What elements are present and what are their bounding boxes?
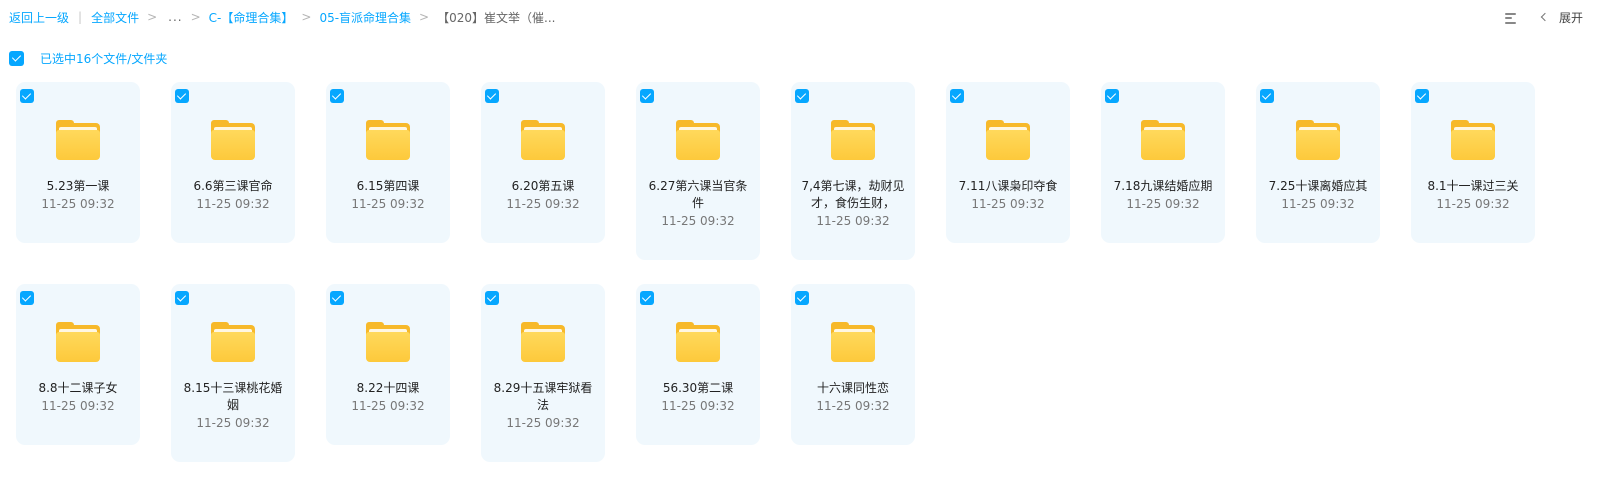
folder-date: 11-25 09:32 (41, 197, 115, 211)
folder-checkbox[interactable] (640, 89, 654, 103)
folder-date: 11-25 09:32 (506, 416, 580, 430)
folder-card[interactable]: 6.15第四课 11-25 09:32 (326, 82, 450, 243)
folder-card[interactable]: 6.20第五课 11-25 09:32 (481, 82, 605, 243)
folder-icon (521, 120, 565, 160)
folder-date: 11-25 09:32 (196, 197, 270, 211)
folder-checkbox[interactable] (1260, 89, 1274, 103)
folder-icon (366, 120, 410, 160)
folder-card[interactable]: 7,4第七课，劫财见才，食伤生财， 11-25 09:32 (791, 82, 915, 260)
folder-icon (56, 120, 100, 160)
breadcrumb-separator: > (190, 10, 201, 24)
folder-checkbox[interactable] (330, 89, 344, 103)
folder-card[interactable]: 8.15十三课桃花婚姻 11-25 09:32 (171, 284, 295, 462)
folder-name: 56.30第二课 (662, 381, 734, 395)
folder-checkbox[interactable] (950, 89, 964, 103)
select-all-checkbox[interactable] (9, 50, 24, 66)
folder-date: 11-25 09:32 (661, 399, 735, 413)
folder-date: 11-25 09:32 (971, 197, 1045, 211)
folder-checkbox[interactable] (1105, 89, 1119, 103)
folder-name: 7.25十课离婚应其 (1268, 179, 1368, 193)
folder-card[interactable]: 8.29十五课牢狱看法 11-25 09:32 (481, 284, 605, 462)
folder-name: 6.6第三课官命 (193, 179, 273, 193)
folder-name: 7,4第七课，劫财见才，食伤生财， (801, 179, 905, 210)
folder-name: 8.29十五课牢狱看法 (493, 381, 593, 412)
folder-name: 8.8十二课子女 (38, 381, 118, 395)
folder-icon (676, 120, 720, 160)
folder-icon (1451, 120, 1495, 160)
folder-checkbox[interactable] (20, 89, 34, 103)
folder-icon (211, 120, 255, 160)
folder-name: 6.15第四课 (356, 179, 420, 193)
folder-card[interactable]: 8.8十二课子女 11-25 09:32 (16, 284, 140, 445)
folder-icon (831, 322, 875, 362)
select-all-row: 已选中16个文件/文件夹 (9, 50, 167, 66)
folder-checkbox[interactable] (795, 291, 809, 305)
chevron-left-icon[interactable] (1540, 12, 1550, 22)
folder-checkbox[interactable] (20, 291, 34, 305)
folder-name: 十六课同性恋 (816, 381, 889, 395)
folder-icon (1296, 120, 1340, 160)
folder-name: 6.27第六课当官条件 (648, 179, 748, 210)
folder-date: 11-25 09:32 (196, 416, 270, 430)
toolbar-right: 展开 (1504, 7, 1583, 27)
folder-date: 11-25 09:32 (1126, 197, 1200, 211)
breadcrumb-ellipsis[interactable]: ... (168, 10, 182, 24)
folder-card[interactable]: 7.11八课枭印夺食 11-25 09:32 (946, 82, 1070, 243)
folder-card[interactable]: 十六课同性恋 11-25 09:32 (791, 284, 915, 445)
folder-card[interactable]: 56.30第二课 11-25 09:32 (636, 284, 760, 445)
breadcrumb: 返回上一级 | 全部文件 > ... > C-【命理合集】 > 05-盲派命理合… (9, 7, 1619, 27)
folder-icon (211, 322, 255, 362)
folder-card[interactable]: 8.22十四课 11-25 09:32 (326, 284, 450, 445)
folder-name: 7.18九课结婚应期 (1113, 179, 1213, 193)
folder-checkbox[interactable] (485, 89, 499, 103)
folder-date: 11-25 09:32 (661, 214, 735, 228)
folder-card[interactable]: 8.1十一课过三关 11-25 09:32 (1411, 82, 1535, 243)
selection-count-label: 已选中16个文件/文件夹 (40, 51, 168, 66)
folder-card[interactable]: 5.23第一课 11-25 09:32 (16, 82, 140, 243)
folder-icon (56, 322, 100, 362)
folder-card[interactable]: 7.25十课离婚应其 11-25 09:32 (1256, 82, 1380, 243)
folder-date: 11-25 09:32 (351, 399, 425, 413)
folder-checkbox[interactable] (330, 291, 344, 305)
folder-name: 7.11八课枭印夺食 (958, 179, 1058, 193)
folder-icon (521, 322, 565, 362)
expand-button[interactable]: 展开 (1559, 9, 1583, 26)
list-view-icon[interactable] (1504, 10, 1518, 24)
folder-checkbox[interactable] (175, 291, 189, 305)
folder-name: 8.22十四课 (356, 381, 420, 395)
breadcrumb-separator: > (147, 10, 158, 24)
back-link[interactable]: 返回上一级 (9, 9, 69, 26)
breadcrumb-all-files[interactable]: 全部文件 (91, 9, 139, 26)
folder-icon (831, 120, 875, 160)
folder-date: 11-25 09:32 (816, 214, 890, 228)
breadcrumb-current: 【020】崔文举（催... (437, 10, 556, 25)
folder-name: 6.20第五课 (511, 179, 575, 193)
breadcrumb-separator: > (301, 10, 312, 24)
folder-name: 8.1十一课过三关 (1427, 179, 1519, 193)
folder-card[interactable]: 6.27第六课当官条件 11-25 09:32 (636, 82, 760, 260)
breadcrumb-c-folder[interactable]: C-【命理合集】 (209, 9, 294, 26)
folder-checkbox[interactable] (485, 291, 499, 305)
folder-checkbox[interactable] (795, 89, 809, 103)
folder-date: 11-25 09:32 (41, 399, 115, 413)
folder-name: 8.15十三课桃花婚姻 (183, 381, 283, 412)
folder-name: 5.23第一课 (46, 179, 110, 193)
folder-card[interactable]: 7.18九课结婚应期 11-25 09:32 (1101, 82, 1225, 243)
folder-checkbox[interactable] (1415, 89, 1429, 103)
folder-icon (1141, 120, 1185, 160)
folder-date: 11-25 09:32 (816, 399, 890, 413)
folder-date: 11-25 09:32 (1436, 197, 1510, 211)
folder-checkbox[interactable] (640, 291, 654, 305)
folder-icon (366, 322, 410, 362)
breadcrumb-mang-folder[interactable]: 05-盲派命理合集 (319, 9, 411, 26)
folder-icon (676, 322, 720, 362)
folder-date: 11-25 09:32 (1281, 197, 1355, 211)
folder-date: 11-25 09:32 (506, 197, 580, 211)
breadcrumb-separator: > (419, 10, 430, 24)
folder-card[interactable]: 6.6第三课官命 11-25 09:32 (171, 82, 295, 243)
breadcrumb-divider: | (78, 10, 83, 24)
folder-checkbox[interactable] (175, 89, 189, 103)
folder-date: 11-25 09:32 (351, 197, 425, 211)
folder-icon (986, 120, 1030, 160)
